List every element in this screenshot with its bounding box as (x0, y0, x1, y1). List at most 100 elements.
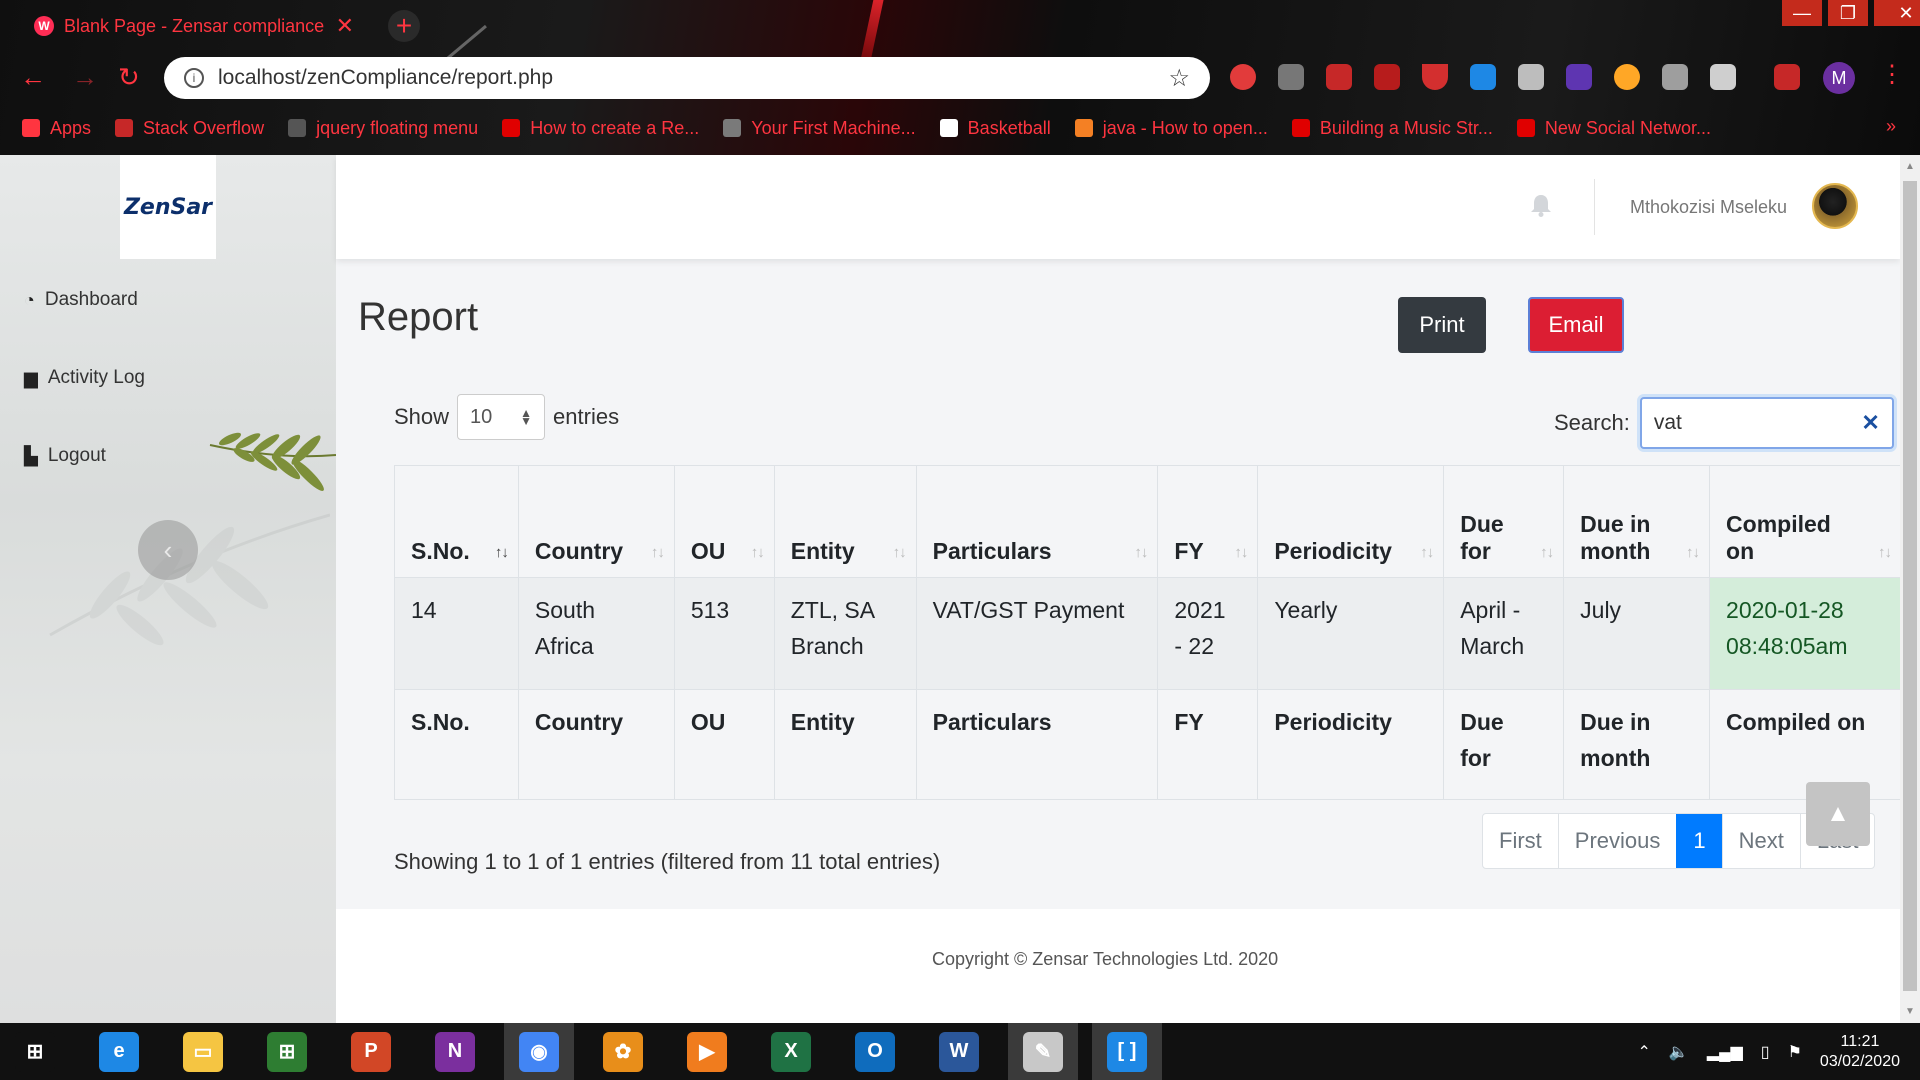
extension-icon[interactable] (1710, 64, 1736, 90)
extension-icon[interactable] (1566, 64, 1592, 90)
action-center-flag-icon[interactable]: ⚑ (1788, 1042, 1802, 1062)
sidebar-item-label: Logout (47, 445, 106, 466)
print-button[interactable]: Print (1398, 297, 1486, 353)
profile-avatar[interactable]: M (1823, 62, 1855, 94)
browser-tab[interactable]: W Blank Page - Zensar compliance ✕ (22, 6, 366, 46)
scrollbar-thumb[interactable] (1903, 181, 1917, 991)
volume-icon[interactable]: 🔈 (1669, 1042, 1689, 1062)
tachometer-icon: ◔ (24, 289, 35, 310)
bookmark-item[interactable]: Apps (22, 118, 91, 139)
search-value: vat (1653, 411, 1682, 434)
onenote-icon[interactable]: N (420, 1023, 490, 1080)
sidebar-item-logout[interactable]: ▙ Logout (24, 445, 106, 467)
pagination-previous[interactable]: Previous (1557, 814, 1677, 868)
column-footer-label: Country (517, 689, 675, 800)
extension-icon[interactable] (1614, 64, 1640, 90)
sidebar-collapse-button[interactable]: ‹ (138, 520, 198, 580)
page-size-select[interactable]: 10 ▲ ▼ (457, 394, 546, 440)
pagination-first[interactable]: First (1483, 814, 1558, 868)
window-close-button[interactable]: ✕ (1874, 0, 1920, 26)
footer-label-line: month (1580, 745, 1651, 771)
playlist-icon[interactable] (1774, 64, 1800, 90)
word-icon[interactable]: W (924, 1023, 994, 1080)
scroll-to-top-button[interactable]: ▲ (1806, 782, 1870, 846)
file-explorer-icon[interactable]: ▭ (168, 1023, 238, 1080)
table-row[interactable]: 14 South Africa 513 ZTL, SA Branch VAT/GST Pay… (394, 577, 1900, 690)
scroll-down-icon[interactable]: ▼ (1905, 1006, 1915, 1017)
bookmark-item[interactable]: Your First Machine... (723, 118, 916, 139)
shield-extension-icon[interactable] (1422, 64, 1448, 90)
table-cell: July (1563, 577, 1711, 690)
paint-icon[interactable]: ✎ (1008, 1023, 1078, 1080)
user-avatar[interactable] (1812, 183, 1858, 229)
new-tab-button[interactable]: + (388, 10, 420, 42)
cart-extension-icon[interactable] (1326, 64, 1352, 90)
bookmark-item[interactable]: Building a Music Str... (1291, 118, 1493, 139)
avg-extension-icon[interactable] (1278, 64, 1304, 90)
column-header-particulars[interactable]: Particulars ↑↓ (915, 465, 1159, 578)
column-header-fy[interactable]: FY ↑↓ (1157, 465, 1259, 578)
site-info-icon[interactable]: i (184, 68, 204, 88)
snowflake-extension-icon[interactable] (1470, 64, 1496, 90)
column-header-due-for[interactable]: Due for ↑↓ (1443, 465, 1565, 578)
restore-button[interactable]: ❐ (1828, 0, 1868, 26)
extension-icon[interactable] (1230, 64, 1256, 90)
browser-menu-icon[interactable]: ⋮ (1880, 60, 1904, 89)
outlook-icon[interactable]: O (840, 1023, 910, 1080)
bookmark-item[interactable]: Basketball (939, 118, 1051, 139)
extension-icon[interactable] (1662, 64, 1688, 90)
column-header-country[interactable]: Country ↑↓ (517, 465, 675, 578)
pagination-next[interactable]: Next (1721, 814, 1800, 868)
column-header-compiled-on[interactable]: Compiled on ↑↓ (1709, 465, 1900, 578)
bookmark-item[interactable]: New Social Networ... (1516, 117, 1711, 139)
store-icon[interactable]: ⊞ (252, 1023, 322, 1080)
tray-overflow-icon[interactable]: ⌃ (1637, 1042, 1650, 1062)
start-button[interactable]: ⊞ (0, 1023, 70, 1080)
bookmark-item[interactable]: jquery floating menu (288, 118, 478, 139)
forward-button[interactable]: → (72, 62, 98, 93)
bookmark-label: New Social Networ... (1544, 117, 1711, 138)
brackets-icon[interactable]: [ ] (1092, 1023, 1162, 1080)
clock[interactable]: 11:21 03/02/2020 (1820, 1032, 1900, 1072)
excel-icon[interactable]: X (756, 1023, 826, 1080)
column-header-s-no[interactable]: S.No. ↑↓ (394, 465, 519, 578)
user-name[interactable]: Mthokozisi Mseleku (1630, 197, 1787, 218)
sidebar-item-dashboard[interactable]: ◔ Dashboard (24, 289, 138, 311)
email-button[interactable]: Email (1528, 297, 1624, 353)
powerpoint-icon[interactable]: P (336, 1023, 406, 1080)
search-input[interactable]: vat ✕ (1639, 397, 1894, 449)
battery-icon[interactable]: ▯ (1761, 1042, 1770, 1062)
column-header-entity[interactable]: Entity ↑↓ (773, 465, 917, 578)
footer-label-line: S.No. (411, 709, 470, 735)
bookmark-item[interactable]: How to create a Re... (502, 118, 699, 139)
logo-container[interactable]: ZenSar (120, 155, 216, 259)
column-header-due-in-month[interactable]: Due in month ↑↓ (1563, 465, 1711, 578)
pagination-1[interactable]: 1 (1676, 814, 1722, 868)
reload-button[interactable]: ↻ (118, 62, 140, 93)
back-button[interactable]: ← (20, 62, 46, 93)
column-header-ou[interactable]: OU ↑↓ (673, 465, 775, 578)
bookmark-item[interactable]: Stack Overflow (115, 118, 264, 139)
bookmark-favicon-icon (1291, 119, 1310, 137)
bookmarks-overflow-icon[interactable]: » (1886, 116, 1896, 137)
network-icon[interactable]: ▂▄▆ (1707, 1042, 1743, 1062)
pdf-extension-icon[interactable] (1374, 64, 1400, 90)
bookmark-star-icon[interactable]: ☆ (1168, 64, 1190, 93)
tab-close-icon[interactable]: ✕ (336, 13, 354, 39)
word-icon-glyph: W (939, 1031, 979, 1072)
bell-icon[interactable] (1530, 193, 1552, 217)
page-scrollbar[interactable]: ▲ ▼ (1900, 155, 1920, 1023)
media-player-icon[interactable]: ▶ (672, 1023, 742, 1080)
column-header-periodicity[interactable]: Periodicity ↑↓ (1257, 465, 1445, 578)
scroll-up-icon[interactable]: ▲ (1905, 161, 1915, 172)
bookmark-item[interactable]: java - How to open... (1074, 117, 1268, 139)
address-bar[interactable]: i localhost/zenCompliance/report.php ☆ (164, 57, 1210, 99)
minimize-button[interactable]: — (1782, 0, 1822, 26)
fl-studio-icon[interactable]: ✿ (588, 1023, 658, 1080)
extension-icon[interactable] (1518, 64, 1544, 90)
bookmark-label: java - How to open... (1102, 117, 1268, 138)
sidebar-item-activity-log[interactable]: ▆ Activity Log (24, 367, 145, 389)
chrome-icon[interactable]: ◉ (504, 1023, 574, 1080)
internet-explorer-icon[interactable]: e (84, 1023, 154, 1080)
clear-search-icon[interactable]: ✕ (1861, 410, 1879, 436)
